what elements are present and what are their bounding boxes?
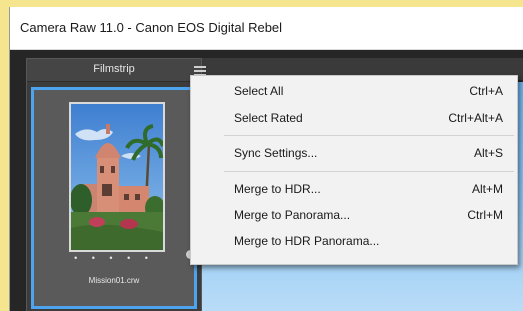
filmstrip-title: Filmstrip bbox=[93, 63, 135, 75]
title-bar: Camera Raw 11.0 - Canon EOS Digital Rebe… bbox=[10, 7, 523, 50]
menu-item-merge-to-panorama[interactable]: Merge to Panorama... Ctrl+M bbox=[191, 204, 517, 226]
menu-item-label: Select Rated bbox=[234, 111, 303, 125]
mission-photo-thumbnail bbox=[69, 102, 165, 252]
menu-item-merge-to-hdr[interactable]: Merge to HDR... Alt+M bbox=[191, 178, 517, 200]
menu-item-shortcut: Ctrl+M bbox=[467, 208, 503, 222]
menu-separator bbox=[224, 171, 514, 172]
menu-item-shortcut: Alt+M bbox=[471, 182, 503, 196]
menu-item-sync-settings[interactable]: Sync Settings... Alt+S bbox=[191, 142, 517, 164]
menu-item-select-all[interactable]: Select All Ctrl+A bbox=[191, 80, 517, 102]
menu-item-label: Merge to HDR Panorama... bbox=[234, 234, 380, 248]
hamburger-menu-icon[interactable] bbox=[194, 66, 206, 76]
menu-item-merge-to-hdr-panorama[interactable]: Merge to HDR Panorama... bbox=[191, 230, 517, 252]
window-title: Camera Raw 11.0 - Canon EOS Digital Rebe… bbox=[20, 20, 283, 35]
filmstrip-panel: Filmstrip • • • • • Mission01.crw bbox=[26, 58, 206, 311]
filmstrip-item[interactable]: • • • • • Mission01.crw bbox=[31, 87, 197, 309]
menu-item-shortcut: Alt+S bbox=[473, 146, 503, 160]
thumbnail-filename: Mission01.crw bbox=[88, 276, 140, 285]
menu-item-select-rated[interactable]: Select Rated Ctrl+Alt+A bbox=[191, 107, 517, 129]
menu-item-label: Select All bbox=[234, 84, 284, 98]
menu-item-shortcut: Ctrl+Alt+A bbox=[448, 111, 503, 125]
filmstrip-header: Filmstrip bbox=[27, 59, 206, 82]
menu-separator bbox=[224, 135, 514, 136]
filmstrip-context-menu: Select All Ctrl+A Select Rated Ctrl+Alt+… bbox=[190, 75, 518, 265]
menu-item-label: Merge to HDR... bbox=[234, 182, 321, 196]
menu-item-label: Merge to Panorama... bbox=[234, 208, 351, 222]
rating-stars[interactable]: • • • • • bbox=[34, 253, 194, 263]
menu-item-shortcut: Ctrl+A bbox=[469, 84, 503, 98]
menu-item-label: Sync Settings... bbox=[234, 146, 318, 160]
